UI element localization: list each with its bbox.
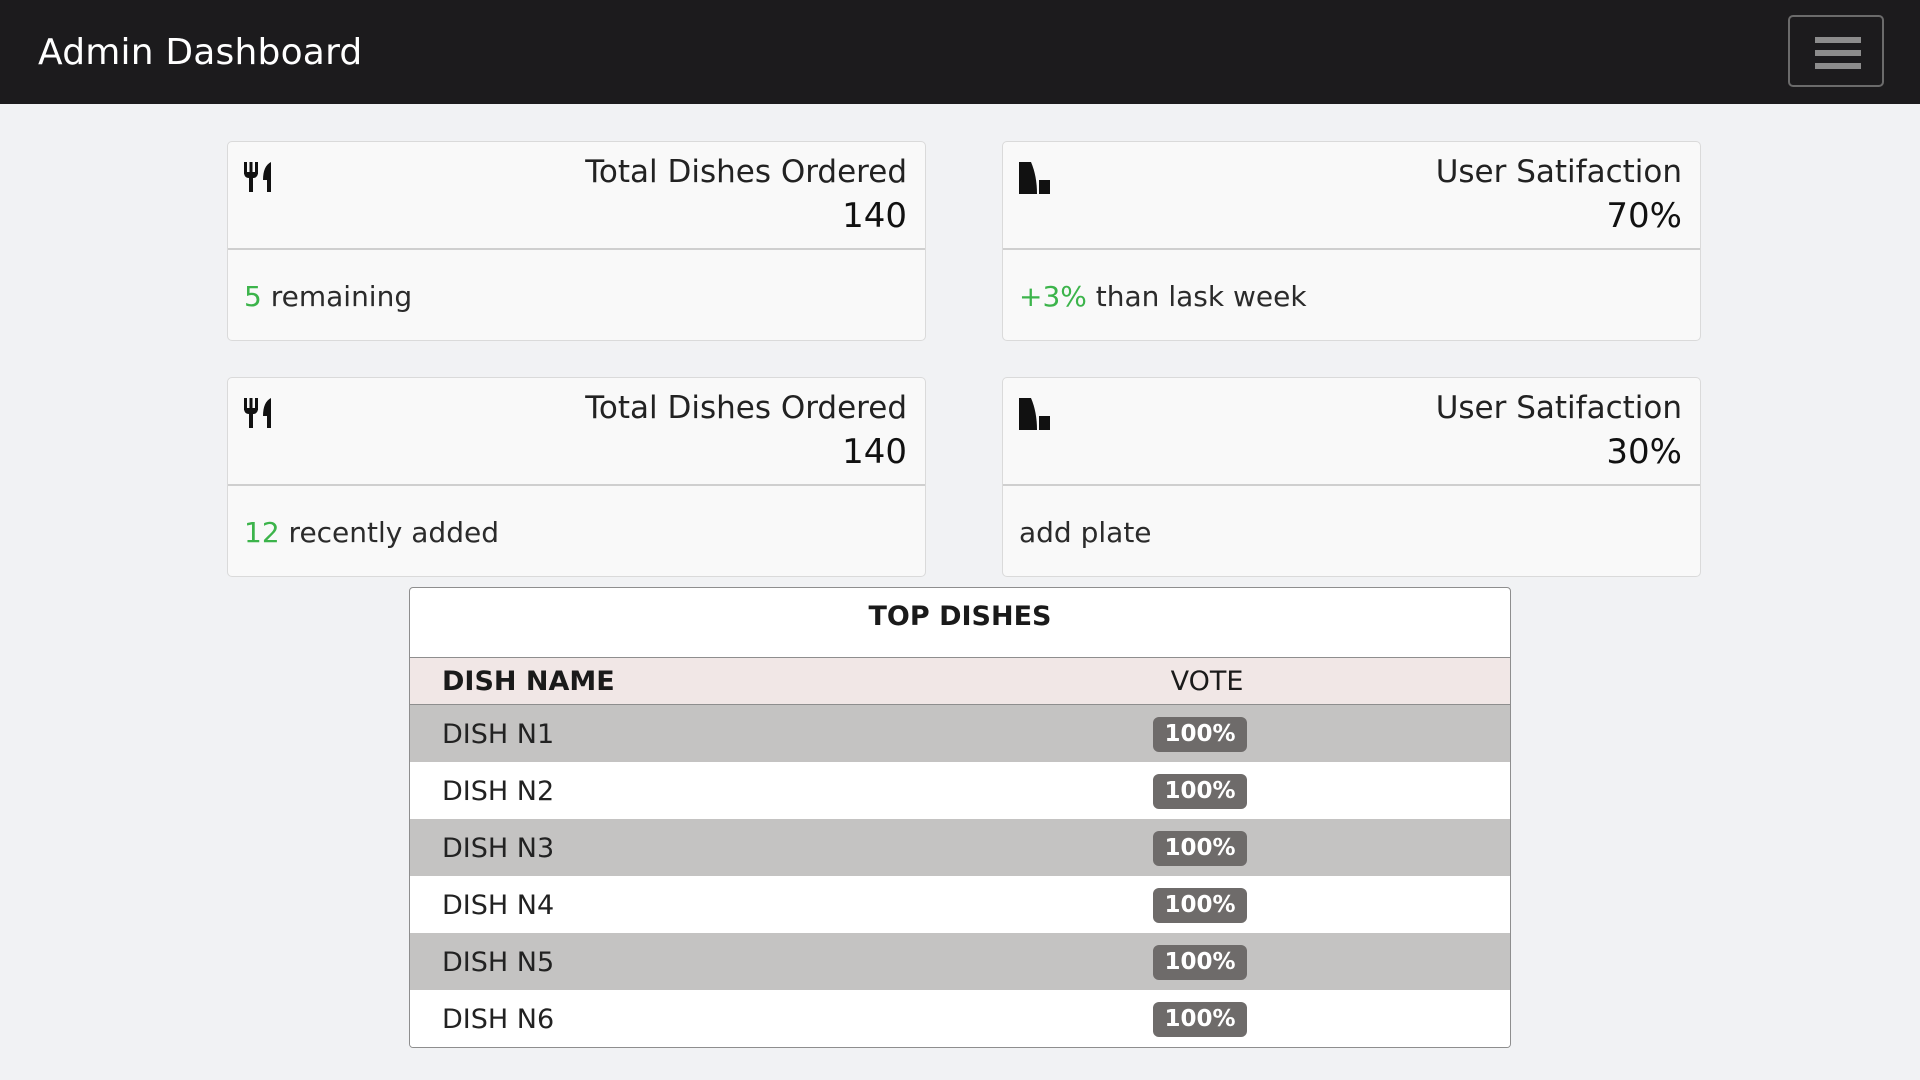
menu-toggle-button[interactable] (1788, 15, 1884, 87)
dish-name: DISH N1 (442, 719, 555, 750)
card-header: Total Dishes Ordered 140 (228, 378, 925, 486)
leaf-chart-icon (1017, 396, 1051, 436)
card-footer: 5 remaining (244, 280, 412, 313)
table-row: DISH N1 100% (410, 705, 1510, 762)
card-footer-accent: 12 (244, 516, 280, 549)
table-row: DISH N3 100% (410, 819, 1510, 876)
card-footer-text: recently added (279, 516, 499, 549)
vote-badge: 100% (1153, 945, 1247, 980)
card-value: 140 (842, 432, 907, 472)
table-row: DISH N5 100% (410, 933, 1510, 990)
dish-name: DISH N6 (442, 1004, 555, 1035)
card-title: Total Dishes Ordered (585, 154, 907, 190)
dish-name: DISH N3 (442, 833, 555, 864)
card-value: 140 (842, 196, 907, 236)
stat-card-user-satisfaction: User Satifaction 30% add plate (1002, 377, 1701, 577)
card-footer-accent: 5 (244, 280, 262, 313)
stat-card-dishes-ordered: Total Dishes Ordered 140 12 recently add… (227, 377, 926, 577)
card-footer: +3% than lask week (1019, 280, 1307, 313)
top-dishes-table: TOP DISHES DISH NAME VOTE DISH N1 100% D… (409, 587, 1511, 1048)
column-header-dish-name: DISH NAME (442, 666, 615, 697)
card-footer-text: remaining (261, 280, 413, 313)
table-row: DISH N4 100% (410, 876, 1510, 933)
utensils-icon (242, 160, 274, 198)
card-title: User Satifaction (1435, 154, 1682, 190)
card-footer: 12 recently added (244, 516, 499, 549)
add-plate-link[interactable]: add plate (1019, 516, 1152, 549)
column-header-vote: VOTE (1170, 666, 1244, 697)
card-footer-text: than lask week (1086, 280, 1307, 313)
card-header: User Satifaction 30% (1003, 378, 1700, 486)
table-header-row: DISH NAME VOTE (410, 658, 1510, 705)
dish-name: DISH N2 (442, 776, 555, 807)
table-body: DISH N1 100% DISH N2 100% DISH N3 100% D… (410, 705, 1510, 1047)
card-title: User Satifaction (1435, 390, 1682, 426)
table-caption: TOP DISHES (410, 588, 1510, 658)
vote-badge: 100% (1153, 1002, 1247, 1037)
leaf-chart-icon (1017, 160, 1051, 200)
utensils-icon (242, 396, 274, 434)
vote-badge: 100% (1153, 888, 1247, 923)
table-row: DISH N2 100% (410, 762, 1510, 819)
dish-name: DISH N4 (442, 890, 555, 921)
card-header: User Satifaction 70% (1003, 142, 1700, 250)
card-footer-accent: +3% (1019, 280, 1087, 313)
card-footer[interactable]: add plate (1019, 516, 1152, 549)
navbar: Admin Dashboard (0, 0, 1920, 104)
table-row: DISH N6 100% (410, 990, 1510, 1047)
stat-card-dishes-ordered: Total Dishes Ordered 140 5 remaining (227, 141, 926, 341)
stat-card-user-satisfaction: User Satifaction 70% +3% than lask week (1002, 141, 1701, 341)
card-value: 70% (1606, 196, 1682, 236)
vote-badge: 100% (1153, 717, 1247, 752)
card-title: Total Dishes Ordered (585, 390, 907, 426)
brand-title[interactable]: Admin Dashboard (38, 32, 363, 73)
card-header: Total Dishes Ordered 140 (228, 142, 925, 250)
vote-badge: 100% (1153, 774, 1247, 809)
vote-badge: 100% (1153, 831, 1247, 866)
card-value: 30% (1606, 432, 1682, 472)
dish-name: DISH N5 (442, 947, 555, 978)
